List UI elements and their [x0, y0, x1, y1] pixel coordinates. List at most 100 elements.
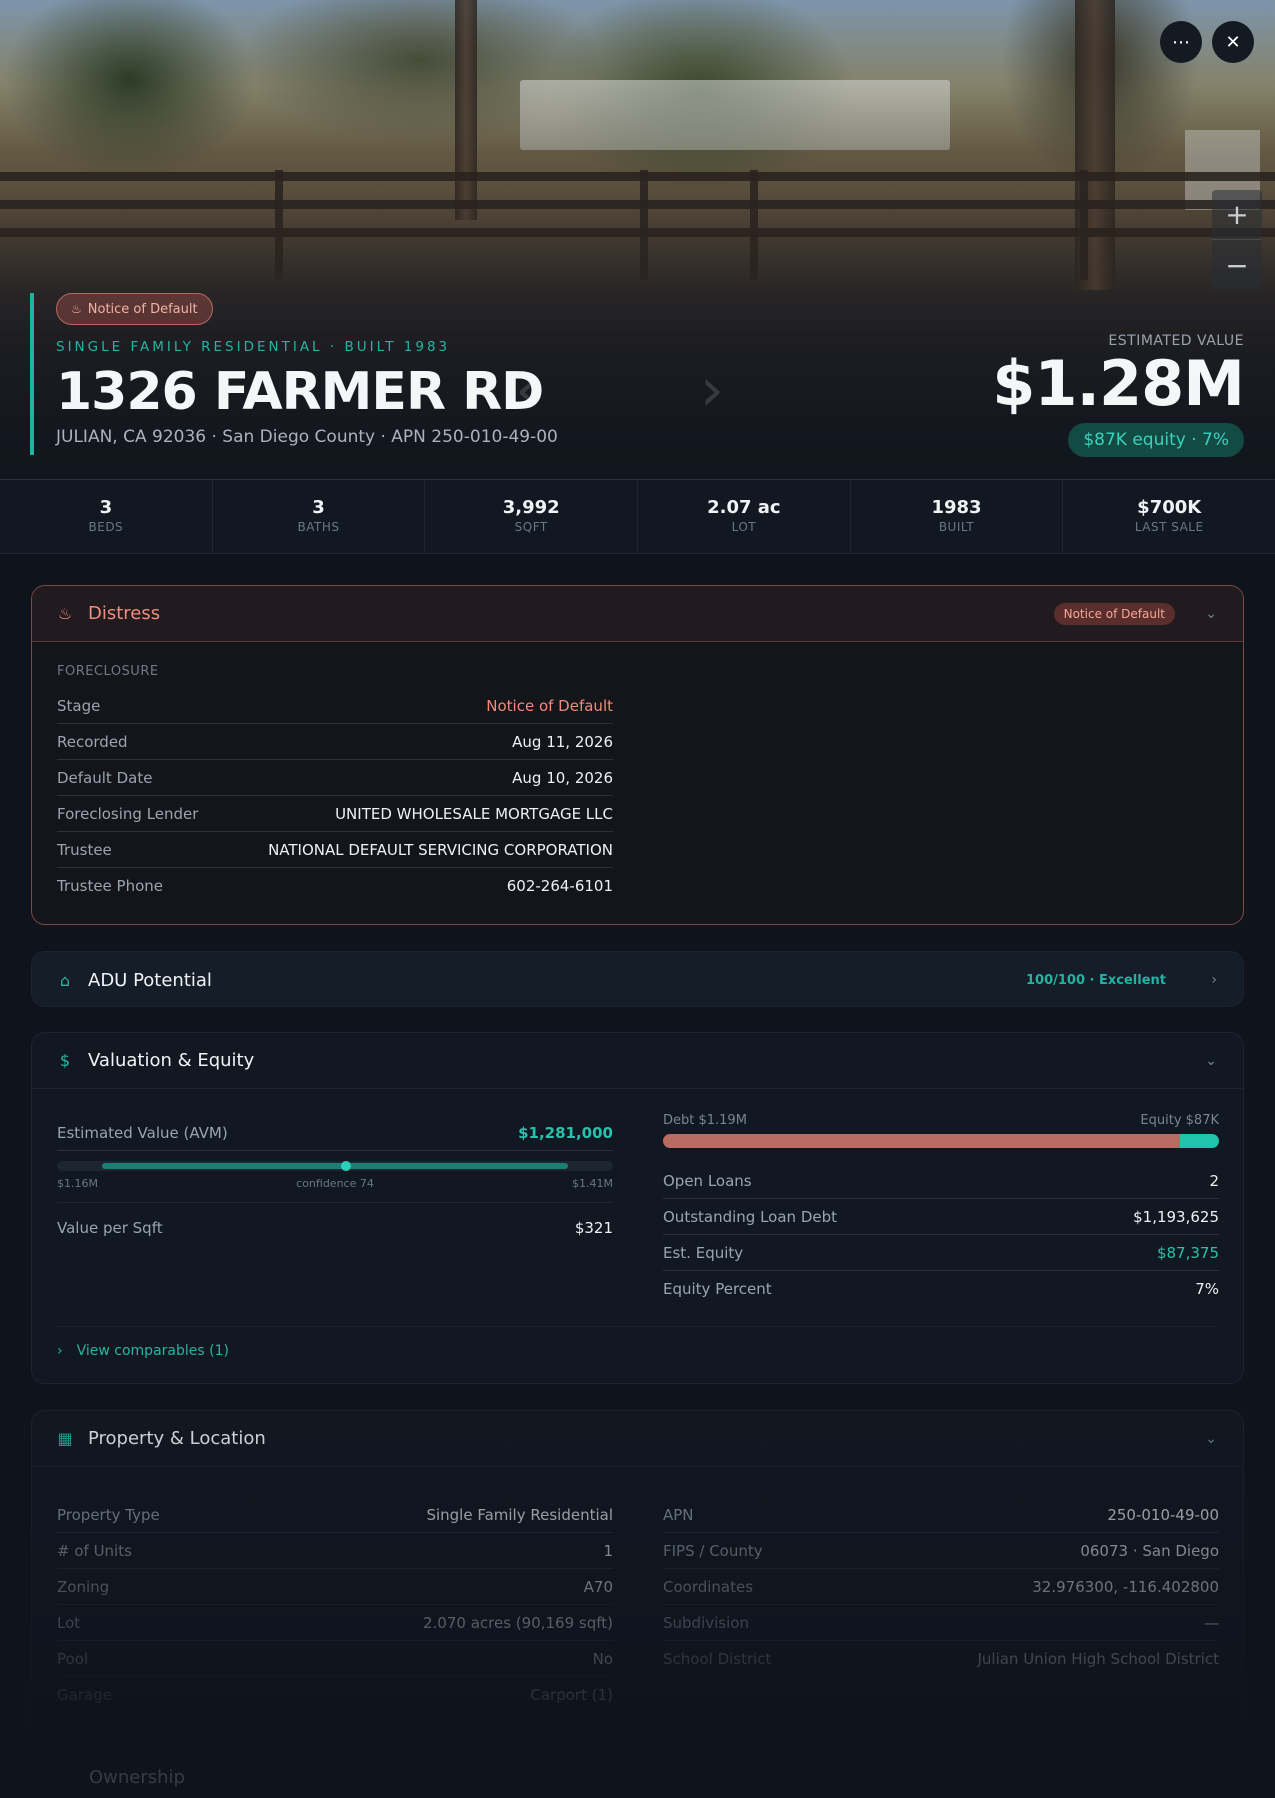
row-key: Subdivision: [663, 1613, 749, 1632]
section-title: Distress: [88, 603, 161, 624]
status-badge: ♨ Notice of Default: [56, 293, 213, 325]
row-value: Julian Union High School District: [977, 1650, 1219, 1668]
row-key: Trustee: [57, 840, 112, 859]
detail-row: Open Loans 2: [663, 1163, 1219, 1199]
stat-sqft: 3,992 SQFT: [425, 480, 639, 553]
detail-row: Default Date Aug 10, 2026: [57, 760, 613, 796]
status-badge: Notice of Default: [1053, 602, 1175, 625]
equity-label: Equity $87K: [1140, 1113, 1219, 1128]
equity-pill: $87K equity · 7%: [1068, 423, 1244, 457]
row-value: —: [1204, 1613, 1219, 1632]
row-value: $87,375: [1156, 1243, 1219, 1262]
zoom-out-button[interactable]: −: [1212, 240, 1262, 290]
detail-row: Est. Equity $87,375: [663, 1235, 1219, 1271]
row-key: Outstanding Loan Debt: [663, 1207, 837, 1226]
detail-row: Equity Percent 7%: [663, 1271, 1219, 1307]
next-photo-icon[interactable]: ›: [700, 355, 724, 425]
row-key: FIPS / County: [663, 1541, 763, 1560]
row-key: Stage: [57, 696, 101, 715]
valuation-header[interactable]: $ Valuation & Equity ⌄: [32, 1033, 1243, 1089]
property-subtype: SINGLE FAMILY RESIDENTIAL · BUILT 1983: [56, 339, 451, 355]
row-key: Foreclosing Lender: [57, 804, 199, 823]
fence-post: [750, 170, 758, 280]
detail-row: Trustee NATIONAL DEFAULT SERVICING CORPOR…: [57, 832, 613, 868]
property-detail-page: ‹ › ⋯ ✕ + − ♨ Notice of Default SINGLE F…: [0, 0, 1275, 1798]
property-location-card: ▦ Property & Location ⌄ Property Type Sin…: [31, 1410, 1244, 1798]
debt-equity-track: [663, 1134, 1219, 1148]
fire-icon: ♨: [71, 302, 82, 316]
row-key: # of Units: [57, 1541, 132, 1560]
row-key: Value per Sqft: [57, 1219, 163, 1237]
avm-estimate-marker: [341, 1161, 352, 1171]
stat-lot: 2.07 ac LOT: [638, 480, 851, 553]
avm-range-labels: $1.16M confidence 74 $1.41M: [57, 1177, 613, 1190]
confidence-label: confidence 74: [296, 1177, 374, 1190]
debt-label: Debt $1.19M: [663, 1113, 747, 1128]
row-value: 250-010-49-00: [1107, 1505, 1219, 1524]
range-high: $1.41M: [572, 1177, 613, 1190]
detail-row: Stage Notice of Default: [57, 688, 613, 724]
chevron-right-icon[interactable]: ›: [1211, 972, 1217, 988]
distress-card: ♨ Distress Notice of Default ⌄ FORECLOSU…: [31, 585, 1244, 925]
hero-photo: ‹ › ⋯ ✕ + − ♨ Notice of Default SINGLE F…: [0, 0, 1275, 480]
valuation-summary: ESTIMATED VALUE $1.28M $87K equity · 7%: [992, 333, 1245, 457]
debt-segment: [663, 1134, 1181, 1148]
adu-header[interactable]: ⌂ ADU Potential 100/100 · Excellent ›: [32, 952, 1243, 1006]
row-value: $1,281,000: [518, 1123, 613, 1142]
dollar-icon: $: [59, 1051, 71, 1070]
stat-label: BEDS: [88, 520, 124, 534]
loan-details: Open Loans 2 Outstanding Loan Debt $1,193,…: [663, 1163, 1219, 1307]
zoom-in-button[interactable]: +: [1212, 190, 1262, 240]
chevron-down-icon[interactable]: ⌄: [1205, 1431, 1217, 1447]
tree-trunk: [455, 0, 477, 220]
row-value: 602-264-6101: [506, 877, 613, 895]
ownership-section-title: Ownership: [89, 1767, 185, 1788]
close-button[interactable]: ✕: [1212, 21, 1254, 63]
row-key: Equity Percent: [663, 1280, 772, 1298]
detail-row: Outstanding Loan Debt $1,193,625: [663, 1199, 1219, 1235]
stat-label: LAST SALE: [1134, 520, 1204, 534]
view-comparables-link[interactable]: › View comparables (1): [57, 1343, 229, 1359]
home-icon: ⌂: [59, 970, 71, 990]
stat-value: 3,992: [502, 497, 560, 518]
detail-row: Pool No: [57, 1641, 613, 1677]
detail-row: School District Julian Union High School …: [663, 1641, 1219, 1677]
row-value: A70: [583, 1577, 613, 1596]
detail-row: # of Units 1: [57, 1533, 613, 1569]
status-badge-label: Notice of Default: [87, 301, 198, 317]
detail-row: Subdivision —: [663, 1605, 1219, 1641]
row-value: Aug 10, 2026: [512, 768, 613, 787]
stats-bar: 3 BEDS 3 BATHS 3,992 SQFT 2.07 ac LOT 1983 BU…: [0, 480, 1275, 554]
chevron-down-icon[interactable]: ⌄: [1205, 1053, 1217, 1069]
more-options-button[interactable]: ⋯: [1160, 21, 1202, 63]
stat-label: SQFT: [514, 520, 548, 534]
divider: [57, 1326, 1218, 1327]
row-value: 32.976300, -116.402800: [1032, 1577, 1219, 1596]
distress-header[interactable]: ♨ Distress Notice of Default ⌄: [32, 586, 1243, 642]
building-icon: ▦: [57, 1429, 73, 1448]
avm-block: Estimated Value (AVM) $1,281,000 $1.16M …: [57, 1115, 613, 1253]
value-per-sqft-row: Value per Sqft $321: [57, 1203, 613, 1253]
row-key: Lot: [57, 1613, 81, 1632]
row-value: $1,193,625: [1133, 1207, 1219, 1226]
row-value: Single Family Residential: [426, 1505, 613, 1524]
house-image-area: [520, 80, 950, 150]
avm-range-bar: [57, 1161, 613, 1171]
detail-row: Foreclosing Lender UNITED WHOLESALE MORTG…: [57, 796, 613, 832]
detail-row: FIPS / County 06073 · San Diego: [663, 1533, 1219, 1569]
hero-info: ♨ Notice of Default SINGLE FAMILY RESIDE…: [30, 293, 558, 455]
row-value: Notice of Default: [486, 696, 613, 715]
chevron-down-icon[interactable]: ⌄: [1205, 606, 1217, 622]
stat-label: BUILT: [938, 520, 975, 534]
row-key: Est. Equity: [663, 1243, 744, 1262]
equity-segment: [1180, 1134, 1219, 1148]
row-value: 1: [603, 1541, 613, 1560]
stat-value: 1983: [931, 497, 982, 518]
property-details-left: Property Type Single Family Residential #…: [57, 1497, 613, 1713]
property-header[interactable]: ▦ Property & Location ⌄: [32, 1411, 1243, 1467]
adu-card[interactable]: ⌂ ADU Potential 100/100 · Excellent ›: [31, 951, 1244, 1007]
stat-last-sale: $700K LAST SALE: [1063, 480, 1275, 553]
comparables-label: View comparables (1): [76, 1343, 229, 1359]
subsection-label: FORECLOSURE: [57, 664, 159, 679]
row-value: $321: [574, 1219, 613, 1237]
